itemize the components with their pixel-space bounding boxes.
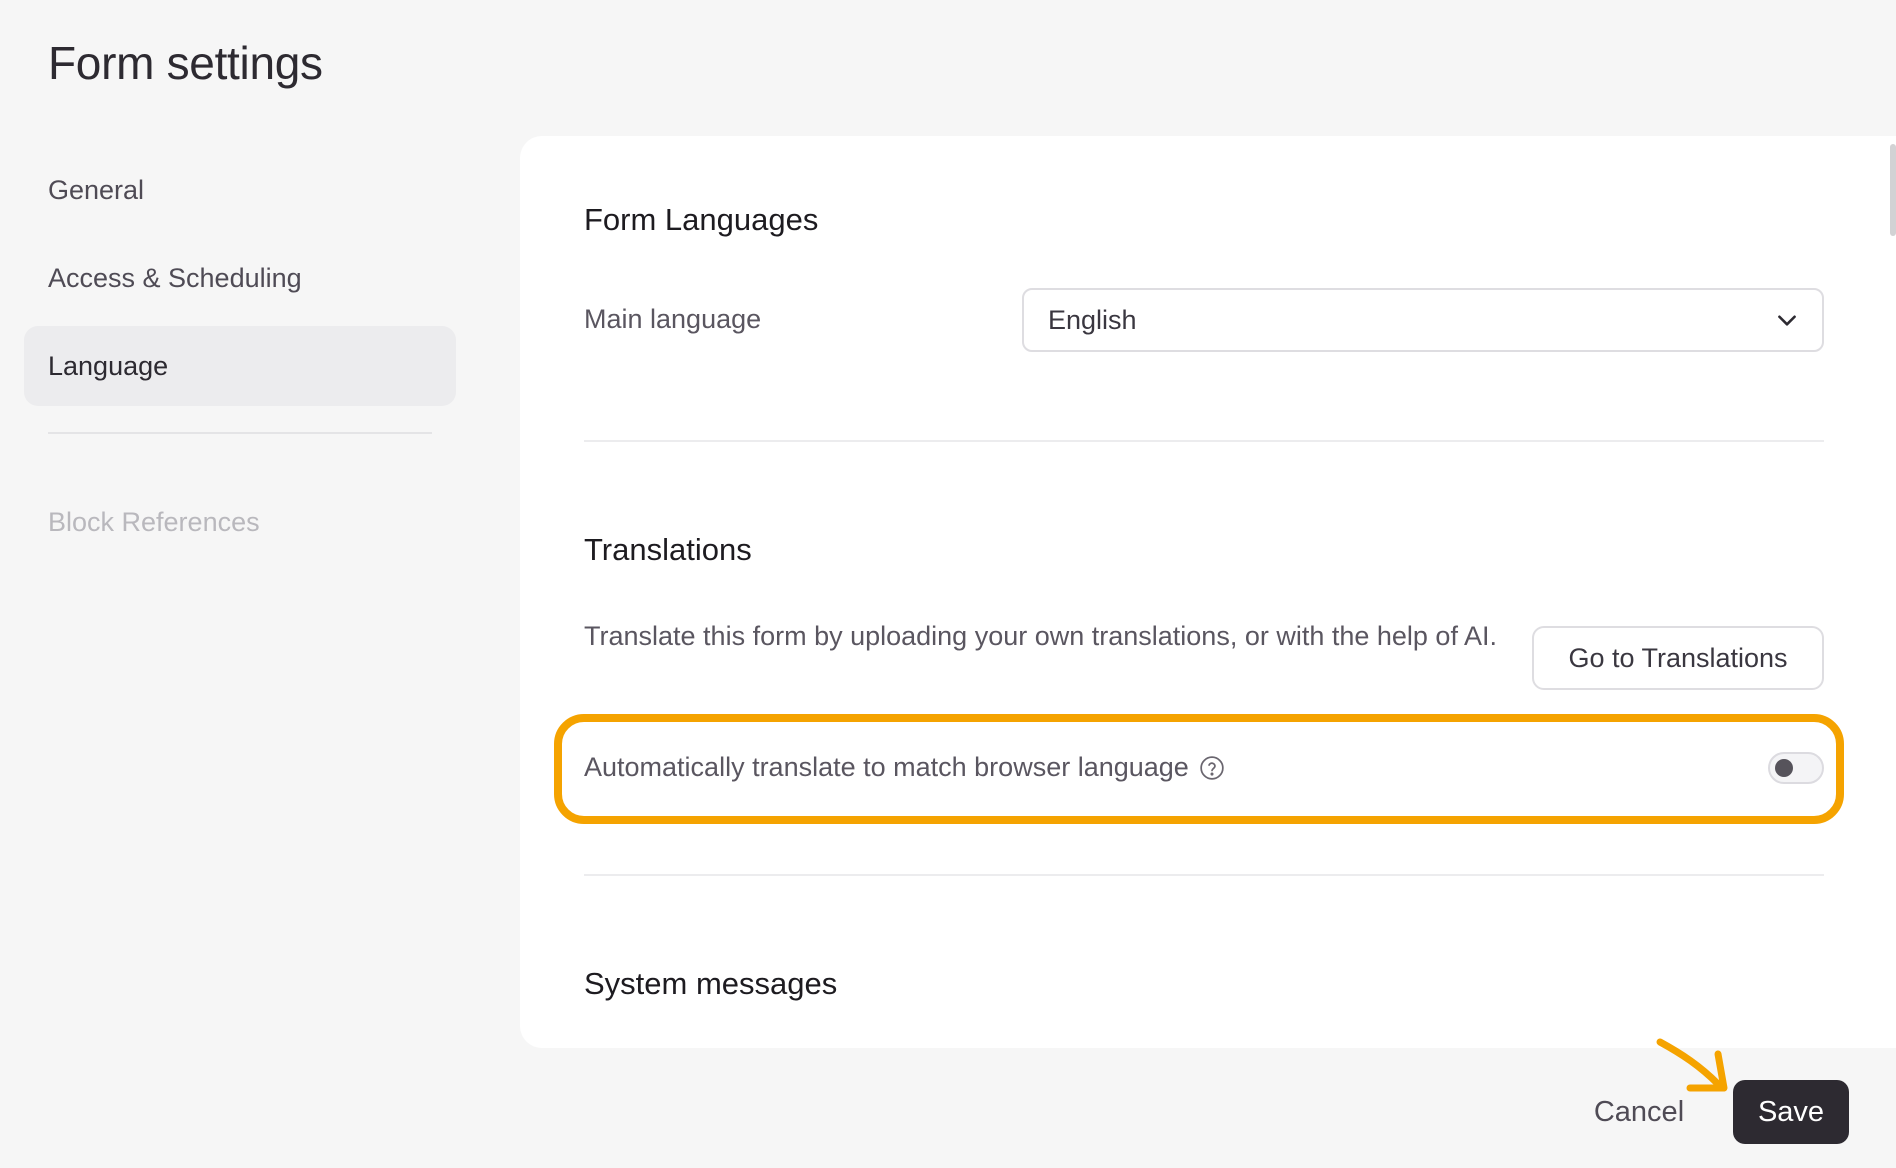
settings-panel: Form Languages Main language English Tra… <box>520 136 1896 1048</box>
main-language-label: Main language <box>584 304 762 334</box>
save-button[interactable]: Save <box>1733 1080 1849 1144</box>
auto-translate-label-group: Automatically translate to match browser… <box>584 752 1225 783</box>
toggle-knob <box>1775 759 1793 777</box>
go-to-translations-button[interactable]: Go to Translations <box>1532 626 1824 690</box>
auto-translate-toggle[interactable] <box>1768 752 1824 784</box>
sidebar-item-general[interactable]: General <box>24 150 456 230</box>
auto-translate-label: Automatically translate to match browser… <box>584 752 1189 782</box>
sidebar-item-block-references: Block References <box>48 506 260 537</box>
page-title: Form settings <box>48 37 323 89</box>
auto-translate-row-highlight: Automatically translate to match browser… <box>554 714 1844 824</box>
form-languages-heading: Form Languages <box>584 202 819 237</box>
system-messages-heading: System messages <box>584 966 838 1001</box>
sidebar-divider <box>48 432 432 434</box>
scrollbar-thumb[interactable] <box>1890 144 1896 236</box>
help-circle-icon[interactable] <box>1199 755 1225 781</box>
main-language-select[interactable]: English <box>1022 288 1824 352</box>
translations-heading: Translations <box>584 532 752 567</box>
cancel-button[interactable]: Cancel <box>1576 1086 1702 1138</box>
translations-description: Translate this form by uploading your ow… <box>584 621 1497 651</box>
section-divider <box>584 440 1824 442</box>
main-language-value: English <box>1048 304 1137 335</box>
sidebar-item-access-scheduling[interactable]: Access & Scheduling <box>24 238 456 318</box>
sidebar-item-language[interactable]: Language <box>24 326 456 406</box>
chevron-down-icon <box>1778 315 1796 326</box>
section-divider <box>584 874 1824 876</box>
settings-sidebar: General Access & Scheduling Language Blo… <box>24 150 456 570</box>
